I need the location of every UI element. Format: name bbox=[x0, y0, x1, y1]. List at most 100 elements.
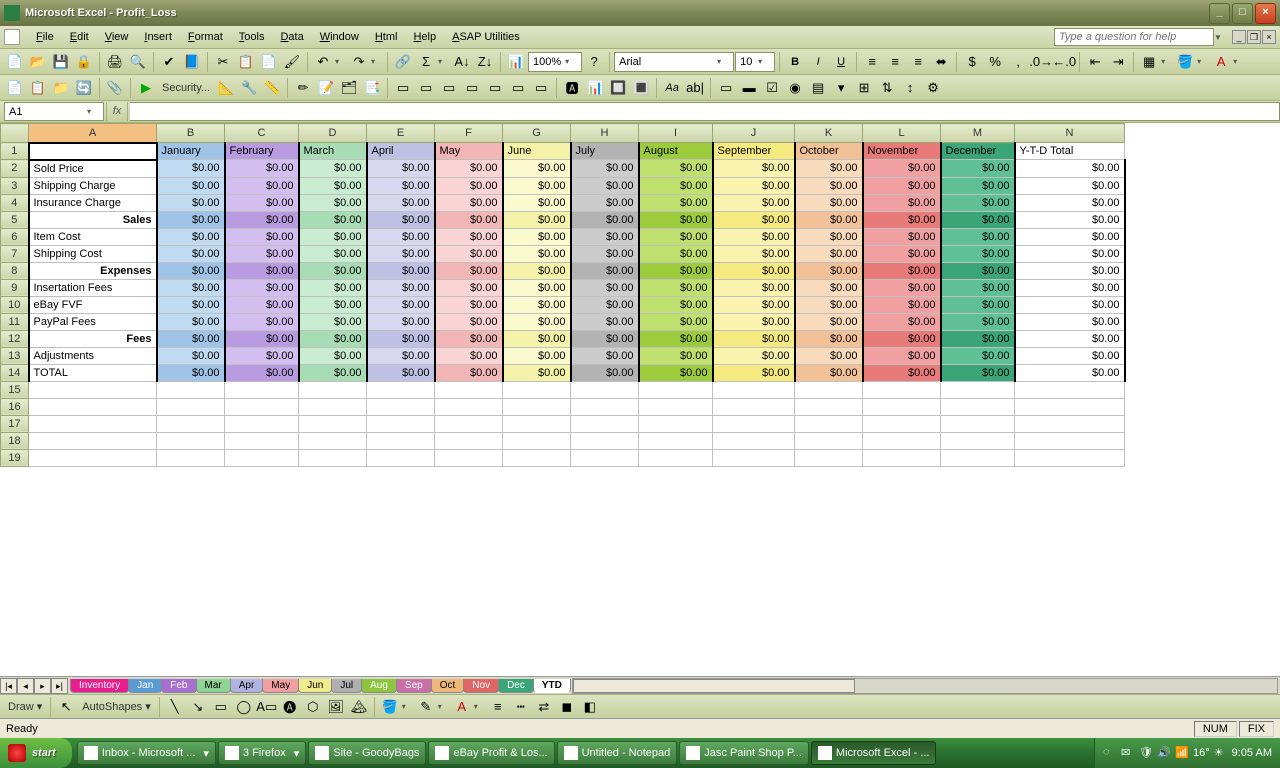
tab-prev[interactable]: ◂ bbox=[17, 678, 34, 694]
row-label-2[interactable]: Sold Price bbox=[29, 160, 157, 178]
cell-M18[interactable] bbox=[941, 432, 1015, 449]
permission-button[interactable]: 🔒 bbox=[73, 51, 95, 73]
tray-icon-2[interactable]: ✉ bbox=[1121, 746, 1135, 760]
decrease-decimal-button[interactable]: ←.0 bbox=[1053, 51, 1075, 73]
cell-I7[interactable]: $0.00 bbox=[639, 245, 713, 262]
cell-D19[interactable] bbox=[299, 449, 367, 466]
run-macro-button[interactable]: ▶ bbox=[135, 77, 157, 99]
cell-A19[interactable] bbox=[29, 449, 157, 466]
cell-M5[interactable]: $0.00 bbox=[941, 211, 1015, 228]
tb2-btn1[interactable]: 📄 bbox=[4, 77, 26, 99]
row-header-16[interactable]: 16 bbox=[1, 398, 29, 415]
header-mar[interactable]: March bbox=[299, 143, 367, 160]
tb2-i4[interactable]: 🔳 bbox=[630, 77, 652, 99]
font-color-dropdown[interactable]: ▾ bbox=[1233, 57, 1245, 66]
autosum-dropdown[interactable]: ▾ bbox=[438, 57, 450, 66]
tray-temp[interactable]: 16° bbox=[1193, 747, 1210, 759]
cell-K15[interactable] bbox=[795, 381, 863, 398]
header-oct[interactable]: October bbox=[795, 143, 863, 160]
cell-C3[interactable]: $0.00 bbox=[225, 177, 299, 194]
taskbar-item-2[interactable]: Site - GoodyBags bbox=[308, 741, 426, 765]
button-control-icon[interactable]: ▬ bbox=[738, 77, 760, 99]
borders-dropdown[interactable]: ▾ bbox=[1161, 57, 1173, 66]
tb2-btn2[interactable]: 📋 bbox=[27, 77, 49, 99]
cell-I19[interactable] bbox=[639, 449, 713, 466]
tab-last[interactable]: ▸| bbox=[51, 678, 68, 694]
format-painter-button[interactable]: 🖌 bbox=[281, 51, 303, 73]
cell-E13[interactable]: $0.00 bbox=[367, 347, 435, 364]
tb2-h5[interactable]: ▭ bbox=[484, 77, 506, 99]
cell-E12[interactable]: $0.00 bbox=[367, 330, 435, 347]
sheet-tab-aug[interactable]: Aug bbox=[361, 679, 397, 693]
cell-I15[interactable] bbox=[639, 381, 713, 398]
cell-D5[interactable]: $0.00 bbox=[299, 211, 367, 228]
row-header-5[interactable]: 5 bbox=[1, 211, 29, 228]
cell-J14[interactable]: $0.00 bbox=[713, 364, 795, 381]
line-style-button[interactable]: ≡ bbox=[487, 696, 509, 718]
cell-G19[interactable] bbox=[503, 449, 571, 466]
cell-N17[interactable] bbox=[1015, 415, 1125, 432]
cell-H8[interactable]: $0.00 bbox=[571, 262, 639, 279]
col-header-K[interactable]: K bbox=[795, 124, 863, 143]
tb2-h6[interactable]: ▭ bbox=[507, 77, 529, 99]
cell-G9[interactable]: $0.00 bbox=[503, 279, 571, 296]
cell-A17[interactable] bbox=[29, 415, 157, 432]
fill-color-button[interactable]: 🪣 bbox=[1174, 51, 1196, 73]
cell-M9[interactable]: $0.00 bbox=[941, 279, 1015, 296]
cell-I13[interactable]: $0.00 bbox=[639, 347, 713, 364]
cell-M16[interactable] bbox=[941, 398, 1015, 415]
cell-L15[interactable] bbox=[863, 381, 941, 398]
cell-J16[interactable] bbox=[713, 398, 795, 415]
workbook-restore[interactable]: ❐ bbox=[1247, 30, 1261, 44]
fill-color-draw-button[interactable]: 🪣 bbox=[379, 696, 401, 718]
row-header-1[interactable]: 1 bbox=[1, 143, 29, 160]
cell-C6[interactable]: $0.00 bbox=[225, 228, 299, 245]
cell-D7[interactable]: $0.00 bbox=[299, 245, 367, 262]
cell-G8[interactable]: $0.00 bbox=[503, 262, 571, 279]
sheet-tab-dec[interactable]: Dec bbox=[498, 679, 534, 693]
row-label-12[interactable]: Fees bbox=[29, 330, 157, 347]
row-header-19[interactable]: 19 bbox=[1, 449, 29, 466]
3d-button[interactable]: ◧ bbox=[579, 696, 601, 718]
row-label-8[interactable]: Expenses bbox=[29, 262, 157, 279]
tb2-i2[interactable]: 📊 bbox=[584, 77, 606, 99]
cell-B10[interactable]: $0.00 bbox=[157, 296, 225, 313]
cell-H9[interactable]: $0.00 bbox=[571, 279, 639, 296]
cell-I10[interactable]: $0.00 bbox=[639, 296, 713, 313]
cell-J9[interactable]: $0.00 bbox=[713, 279, 795, 296]
cell-H5[interactable]: $0.00 bbox=[571, 211, 639, 228]
cell-K11[interactable]: $0.00 bbox=[795, 313, 863, 330]
cell-E19[interactable] bbox=[367, 449, 435, 466]
col-header-C[interactable]: C bbox=[225, 124, 299, 143]
cell-L16[interactable] bbox=[863, 398, 941, 415]
cell-K2[interactable]: $0.00 bbox=[795, 160, 863, 178]
cell-N14[interactable]: $0.00 bbox=[1015, 364, 1125, 381]
cell-C10[interactable]: $0.00 bbox=[225, 296, 299, 313]
cell-E5[interactable]: $0.00 bbox=[367, 211, 435, 228]
tb2-h7[interactable]: ▭ bbox=[530, 77, 552, 99]
cell-D10[interactable]: $0.00 bbox=[299, 296, 367, 313]
cell-D3[interactable]: $0.00 bbox=[299, 177, 367, 194]
cell-B6[interactable]: $0.00 bbox=[157, 228, 225, 245]
sort-asc-button[interactable]: A↓ bbox=[451, 51, 473, 73]
select-objects-button[interactable]: ↖ bbox=[55, 696, 77, 718]
cell-J17[interactable] bbox=[713, 415, 795, 432]
cell-K7[interactable]: $0.00 bbox=[795, 245, 863, 262]
cell-B14[interactable]: $0.00 bbox=[157, 364, 225, 381]
line-color-button[interactable]: ✎ bbox=[415, 696, 437, 718]
cell-E10[interactable]: $0.00 bbox=[367, 296, 435, 313]
toggle-control-icon[interactable]: ⊞ bbox=[853, 77, 875, 99]
currency-button[interactable]: $ bbox=[961, 51, 983, 73]
cell-G15[interactable] bbox=[503, 381, 571, 398]
scroll-control-icon[interactable]: ↕ bbox=[899, 77, 921, 99]
print-button[interactable]: 🖨 bbox=[104, 51, 126, 73]
borders-button[interactable]: ▦ bbox=[1138, 51, 1160, 73]
bold-button[interactable]: B bbox=[784, 51, 806, 73]
cell-I5[interactable]: $0.00 bbox=[639, 211, 713, 228]
cell-E14[interactable]: $0.00 bbox=[367, 364, 435, 381]
col-header-G[interactable]: G bbox=[503, 124, 571, 143]
row-label-3[interactable]: Shipping Charge bbox=[29, 177, 157, 194]
help-dropdown-icon[interactable]: ▼ bbox=[1214, 33, 1226, 42]
cell-B18[interactable] bbox=[157, 432, 225, 449]
col-header-A[interactable]: A bbox=[29, 124, 157, 143]
